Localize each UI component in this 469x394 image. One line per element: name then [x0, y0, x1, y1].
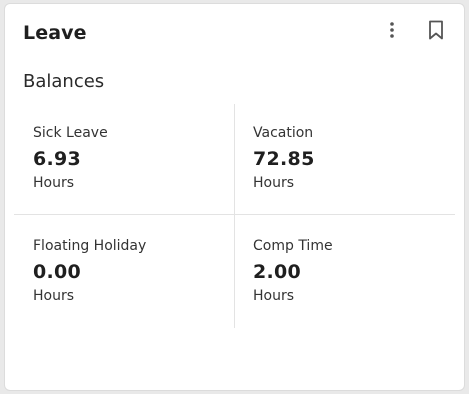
- more-options-button[interactable]: [378, 18, 406, 46]
- balance-unit: Hours: [253, 288, 295, 304]
- balances-grid: Sick Leave 6.93 Hours Vacation 72.85 Hou…: [14, 104, 455, 328]
- balance-unit: Hours: [33, 175, 75, 191]
- bookmark-button[interactable]: [422, 18, 450, 46]
- balance-label: Comp Time: [253, 238, 333, 254]
- balance-item-comp-time: Comp Time 2.00 Hours: [253, 238, 453, 305]
- balance-value: 2.00: [253, 261, 302, 283]
- grid-horizontal-divider: [14, 214, 455, 215]
- balance-value: 6.93: [33, 148, 82, 170]
- balance-label: Vacation: [253, 125, 314, 141]
- balance-label: Floating Holiday: [33, 238, 147, 254]
- card-title: Leave: [23, 22, 87, 44]
- balance-label: Sick Leave: [33, 125, 108, 141]
- balance-value: 0.00: [33, 261, 82, 283]
- balance-item-floating-holiday: Floating Holiday 0.00 Hours: [33, 238, 233, 305]
- balance-item-vacation: Vacation 72.85 Hours: [253, 125, 453, 192]
- section-title-balances: Balances: [23, 71, 105, 92]
- leave-card: Leave Balances Sick Leave 6.93 Hours Vac…: [4, 3, 465, 391]
- balance-unit: Hours: [253, 175, 295, 191]
- balance-item-sick-leave: Sick Leave 6.93 Hours: [33, 125, 233, 192]
- balance-unit: Hours: [33, 288, 75, 304]
- balance-value: 72.85: [253, 148, 315, 170]
- grid-vertical-divider: [234, 104, 235, 328]
- bookmark-icon: [428, 20, 444, 44]
- more-vertical-icon: [389, 21, 395, 43]
